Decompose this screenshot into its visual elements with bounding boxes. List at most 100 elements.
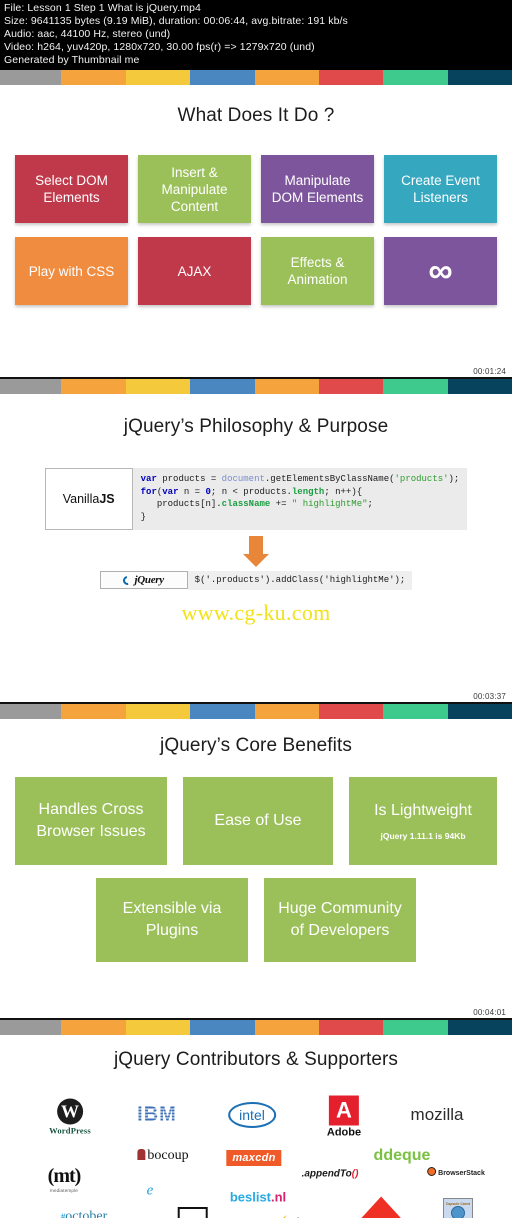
jquery-row: jQuery $('.products').addClass('highligh… — [0, 571, 512, 590]
logo-wordpress[interactable]: W WordPress — [49, 1098, 91, 1136]
media-info-line-generator: Generated by Thumbnail me — [4, 54, 140, 66]
slide-what-does-it-do: What Does It Do ? Select DOM Elements In… — [0, 105, 512, 377]
capability-box-select-dom[interactable]: Select DOM Elements — [15, 155, 128, 223]
color-strip-2 — [0, 379, 512, 394]
capability-label: Insert & Manipulate Content — [161, 164, 228, 214]
capability-label: Select DOM Elements — [35, 173, 108, 205]
logo-label: IBM — [137, 1103, 177, 1126]
logo-label: .appendTo() — [301, 1168, 359, 1180]
logo-label: BrowserStack — [427, 1167, 485, 1177]
logo-label: maxcdn — [226, 1150, 282, 1166]
logo-mediatemple[interactable]: (mt) mediatemple — [48, 1165, 82, 1193]
strip-seg-teal — [447, 704, 512, 719]
capability-box-infinity[interactable]: ∞ — [384, 237, 497, 305]
strip-seg-yellow — [125, 1020, 191, 1035]
strip-seg-green — [383, 1020, 448, 1035]
logo-browserstack[interactable]: BrowserStack — [427, 1167, 485, 1177]
adzerk-icon — [358, 1196, 403, 1218]
logo-label: e — [146, 1182, 154, 1199]
logo-adobe[interactable]: A Adobe — [326, 1095, 362, 1139]
strip-seg-green — [383, 70, 448, 85]
logo-label: Adobe — [326, 1126, 362, 1139]
logo-ocupop[interactable]: OCUPOP — [177, 1207, 209, 1218]
strip-seg-red — [318, 1020, 384, 1035]
logo-beslist[interactable]: beslist.nl — [230, 1190, 286, 1205]
logo-adzerk[interactable]: adzerk — [358, 1196, 404, 1218]
jquery-code-block: $('.products').addClass('highlightMe'); — [187, 571, 413, 590]
logo-label: #october — [60, 1209, 108, 1218]
strip-seg-blue — [190, 1020, 255, 1035]
capability-grid: Select DOM Elements Insert & Manipulate … — [0, 155, 512, 305]
logo-deque[interactable]: ddeque — [374, 1147, 431, 1165]
logo-label: intel — [228, 1102, 276, 1128]
capability-box-event-listeners[interactable]: Create Event Listeners — [384, 155, 497, 223]
strip-seg-orange1 — [61, 379, 126, 394]
logo-label: ddeque — [373, 1147, 431, 1164]
capability-label: Effects & Animation — [287, 255, 348, 287]
strip-seg-yellow — [125, 70, 191, 85]
benefit-sublabel: jQuery 1.11.1 is 94Kb — [380, 831, 466, 841]
thumbnail-sheet: File: Lesson 1 Step 1 What is jQuery.mp4… — [0, 0, 512, 1218]
strip-seg-blue — [190, 70, 255, 85]
strip-seg-teal — [447, 70, 512, 85]
capability-box-play-with-css[interactable]: Play with CSS — [15, 237, 128, 305]
logo-ibm[interactable]: IBM — [137, 1104, 177, 1127]
logo-appendto[interactable]: .appendTo() — [302, 1169, 359, 1180]
arrow-shaft — [249, 536, 263, 554]
vanilla-js-code-block: var products = document.getElementsByCla… — [132, 468, 468, 530]
capability-box-ajax[interactable]: AJAX — [138, 237, 251, 305]
vanilla-js-label-box: VanillaJS — [44, 468, 133, 530]
capability-box-insert-content[interactable]: Insert & Manipulate Content — [138, 155, 251, 223]
slide-1-timestamp: 00:01:24 — [473, 367, 506, 376]
slide-2-title: jQuery’s Philosophy & Purpose — [123, 416, 389, 437]
benefit-cross-browser[interactable]: Handles Cross Browser Issues — [15, 777, 167, 865]
slide-4-title: jQuery Contributors & Supporters — [113, 1049, 399, 1070]
capability-box-effects-animation[interactable]: Effects & Animation — [261, 237, 374, 305]
benefit-ease-of-use[interactable]: Ease of Use — [183, 777, 333, 865]
benefit-label: Huge Community of Developers — [278, 900, 402, 939]
logo-sublabel: mediatemple — [50, 1188, 78, 1193]
benefit-extensible-plugins[interactable]: Extensible via Plugins — [96, 878, 248, 962]
jquery-logo-label: jQuery — [134, 574, 164, 586]
logo-october[interactable]: #october — [61, 1209, 107, 1218]
benefit-label: Is Lightweight — [374, 802, 472, 819]
capability-label: AJAX — [177, 263, 212, 279]
color-strip-1 — [0, 70, 512, 85]
benefit-huge-community[interactable]: Huge Community of Developers — [264, 878, 416, 962]
slide-contributors-supporters: jQuery Contributors & Supporters W WordP… — [0, 1049, 512, 1218]
benefits-row-2: Extensible via Plugins Huge Community of… — [0, 878, 512, 962]
logo-label: mozilla — [410, 1105, 464, 1124]
watermark: www.cg-ku.com — [181, 600, 331, 625]
strip-seg-green — [383, 704, 448, 719]
strip-seg-red — [318, 379, 384, 394]
strip-seg-orange1 — [61, 1020, 126, 1035]
strip-seg-orange1 — [61, 70, 126, 85]
benefit-label: Extensible via Plugins — [122, 900, 222, 939]
logo-ie[interactable]: e — [147, 1183, 154, 1200]
logo-label: bocoup — [137, 1148, 189, 1164]
globe-icon — [451, 1206, 465, 1218]
code-comparison: VanillaJS var products = document.getEle… — [0, 468, 512, 626]
logo-label: beslist.nl — [229, 1189, 287, 1205]
vanilla-js-label: VanillaJS — [62, 492, 115, 506]
benefits-row-1: Handles Cross Browser Issues Ease of Use… — [0, 777, 512, 865]
vanilla-js-row: VanillaJS var products = document.getEle… — [0, 468, 512, 530]
benefit-label: Handles Cross Browser Issues — [36, 801, 146, 840]
bocoup-icon — [137, 1149, 146, 1160]
capability-box-manipulate-dom[interactable]: Manipulate DOM Elements — [261, 155, 374, 223]
strip-seg-red — [318, 704, 384, 719]
logo-maxcdn[interactable]: maxcdn — [226, 1150, 282, 1166]
strip-seg-blue — [190, 704, 255, 719]
benefit-lightweight[interactable]: Is Lightweight jQuery 1.11.1 is 94Kb — [349, 777, 497, 865]
slide-2-timestamp: 00:03:37 — [473, 692, 506, 701]
strip-seg-teal — [447, 1020, 512, 1035]
slide-core-benefits: jQuery’s Core Benefits Handles Cross Bro… — [0, 735, 512, 1018]
strip-seg-orange2 — [254, 379, 319, 394]
logo-bocoup[interactable]: bocoup — [137, 1148, 189, 1164]
logo-intel[interactable]: intel — [228, 1102, 276, 1128]
logo-capsule[interactable]: Capsule Cared — [443, 1198, 473, 1218]
logo-mozilla[interactable]: mozilla — [411, 1105, 464, 1125]
logo-label: WordPress — [49, 1125, 91, 1136]
strip-seg-gray — [0, 379, 62, 394]
strip-seg-blue — [190, 379, 255, 394]
